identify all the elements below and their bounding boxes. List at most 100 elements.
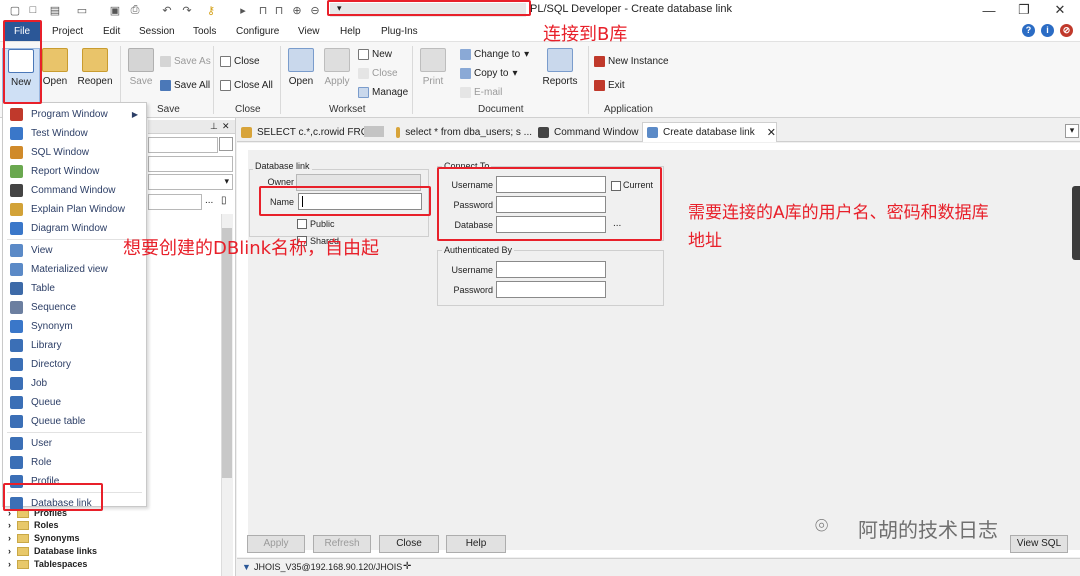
file-new-sequence[interactable]: Sequence (3, 298, 146, 317)
exit-button[interactable]: Exit (594, 78, 625, 92)
help-button[interactable]: Help (446, 535, 506, 553)
undo-icon[interactable]: ↶ (160, 3, 174, 17)
key-icon[interactable]: ⚷ (204, 3, 218, 17)
file-new-library[interactable]: Library (3, 336, 146, 355)
menu-view[interactable]: View (298, 26, 320, 37)
pane-combo-2[interactable] (148, 156, 233, 172)
file-new-user[interactable]: User (3, 434, 146, 453)
close-form-button[interactable]: Close (379, 535, 439, 553)
file-new-materialized-view[interactable]: Materialized view (3, 260, 146, 279)
workset-new-button[interactable]: New (358, 47, 392, 61)
tab-create-database-link[interactable]: Create database link ✕ (642, 122, 777, 142)
reopen-button-label: Reopen (77, 76, 113, 87)
view-sql-button[interactable]: View SQL (1010, 535, 1068, 553)
file-new-synonym[interactable]: Synonym (3, 317, 146, 336)
auth-username-input[interactable] (496, 261, 606, 278)
ellipsis-icon[interactable]: ... (205, 195, 213, 206)
open-folder-icon (42, 48, 68, 72)
file-new-role[interactable]: Role (3, 453, 146, 472)
print-icon[interactable]: ⎙ (128, 3, 142, 17)
file-new-program-window[interactable]: Program Window ▶ (3, 105, 146, 124)
reopen-button[interactable]: Reopen (76, 48, 114, 102)
workset-apply-icon (324, 48, 350, 72)
authenticated-by-legend: Authenticated By (442, 245, 515, 255)
tree-item-synonyms[interactable]: › Synonyms (8, 532, 80, 544)
workset-open-button[interactable]: Open (282, 48, 320, 102)
tab-select-dba-users[interactable]: select * from dba_users; s ... (392, 122, 532, 142)
auth-username-label: Username (451, 265, 493, 275)
side-panel-handle[interactable] (1072, 186, 1080, 260)
file-new-sql-window[interactable]: SQL Window (3, 143, 146, 162)
workset-apply-button[interactable]: Apply (318, 48, 356, 102)
file-new-explain-plan-window[interactable]: Explain Plan Window (3, 200, 146, 219)
email-button[interactable]: E-mail (460, 85, 502, 99)
close-all-button[interactable]: Close All (220, 78, 273, 92)
auth-password-input[interactable] (496, 281, 606, 298)
file-new-test-window[interactable]: Test Window (3, 124, 146, 143)
save-icon[interactable]: ▣ (108, 3, 122, 17)
lock-icon[interactable]: ⊓ (256, 3, 270, 17)
workset-close-button[interactable]: Close (358, 66, 398, 80)
menu-edit[interactable]: Edit (103, 26, 120, 37)
expand-icon: › (8, 533, 11, 543)
pane-filter-input[interactable] (148, 194, 202, 210)
tab-close-icon[interactable]: ✕ (767, 126, 776, 139)
file-new-command-window[interactable]: Command Window (3, 181, 146, 200)
reports-icon (547, 48, 573, 72)
tree-item-database-links[interactable]: › Database links (8, 545, 97, 557)
save-all-button[interactable]: Save All (160, 78, 210, 92)
file-new-directory[interactable]: Directory (3, 355, 146, 374)
help-icon[interactable]: ? (1022, 24, 1035, 37)
file-new-job[interactable]: Job (3, 374, 146, 393)
pin-icon[interactable]: ✛ (403, 561, 411, 572)
stop-icon[interactable]: ⊘ (1060, 24, 1073, 37)
apply-button[interactable]: Apply (247, 535, 305, 553)
info-icon[interactable]: i (1041, 24, 1054, 37)
connection-dropdown-icon[interactable]: ▼ (242, 562, 251, 572)
menu-configure[interactable]: Configure (236, 26, 279, 37)
file-new-table[interactable]: Table (3, 279, 146, 298)
reports-button[interactable]: Reports (541, 48, 579, 102)
rollback-icon[interactable]: ⊖ (308, 3, 322, 17)
file-new-report-window[interactable]: Report Window (3, 162, 146, 181)
close-button[interactable]: Close (220, 54, 260, 68)
menu-project[interactable]: Project (52, 26, 83, 37)
file-new-queue-table[interactable]: Queue table (3, 412, 146, 431)
tree-item-roles[interactable]: › Roles (8, 519, 59, 531)
change-to-button[interactable]: Change to ▾ (460, 47, 529, 61)
new-icon[interactable]: ▤ (48, 3, 62, 17)
tab-command-window[interactable]: Command Window (534, 122, 642, 142)
file-new-queue[interactable]: Queue (3, 393, 146, 412)
close-pane-icon[interactable]: ✕ (222, 121, 230, 132)
annotation-credentials-2: 地址 (688, 231, 722, 251)
pin-icon[interactable]: ⊥ (210, 121, 218, 132)
menu-help[interactable]: Help (340, 26, 361, 37)
public-label: Public (310, 219, 335, 229)
doc-icon[interactable]: ▯ (221, 195, 227, 206)
menu-tools[interactable]: Tools (193, 26, 216, 37)
pane-combo-3[interactable]: ▾ (148, 174, 233, 190)
copy-to-button[interactable]: Copy to ▾ (460, 66, 518, 80)
pane-combo-1[interactable] (148, 137, 218, 153)
public-checkbox[interactable] (297, 219, 307, 229)
print-button[interactable]: Print (414, 48, 452, 102)
minimize-button[interactable]: — (975, 1, 1003, 19)
workset-manage-button[interactable]: Manage (358, 85, 408, 99)
scrollbar-thumb[interactable] (222, 228, 232, 478)
lock2-icon[interactable]: ⊓ (272, 3, 286, 17)
new-instance-button[interactable]: New Instance (594, 54, 669, 68)
pane-button[interactable] (219, 137, 233, 151)
menu-session[interactable]: Session (139, 26, 175, 37)
play-icon[interactable]: ▸ (236, 3, 250, 17)
refresh-button[interactable]: Refresh (313, 535, 371, 553)
save-as-button[interactable]: Save As (160, 54, 211, 68)
menu-plugins[interactable]: Plug-Ins (381, 26, 418, 37)
maximize-button[interactable]: ❐ (1010, 1, 1038, 19)
tree-item-tablespaces[interactable]: › Tablespaces (8, 558, 87, 570)
redo-icon[interactable]: ↷ (180, 3, 194, 17)
save-button[interactable]: Save (122, 48, 160, 102)
tab-list-button[interactable]: ▾ (1065, 124, 1079, 138)
open-folder-icon[interactable]: ▭ (75, 3, 89, 17)
commit-icon[interactable]: ⊕ (290, 3, 304, 17)
close-window-button[interactable]: ✕ (1046, 1, 1074, 19)
